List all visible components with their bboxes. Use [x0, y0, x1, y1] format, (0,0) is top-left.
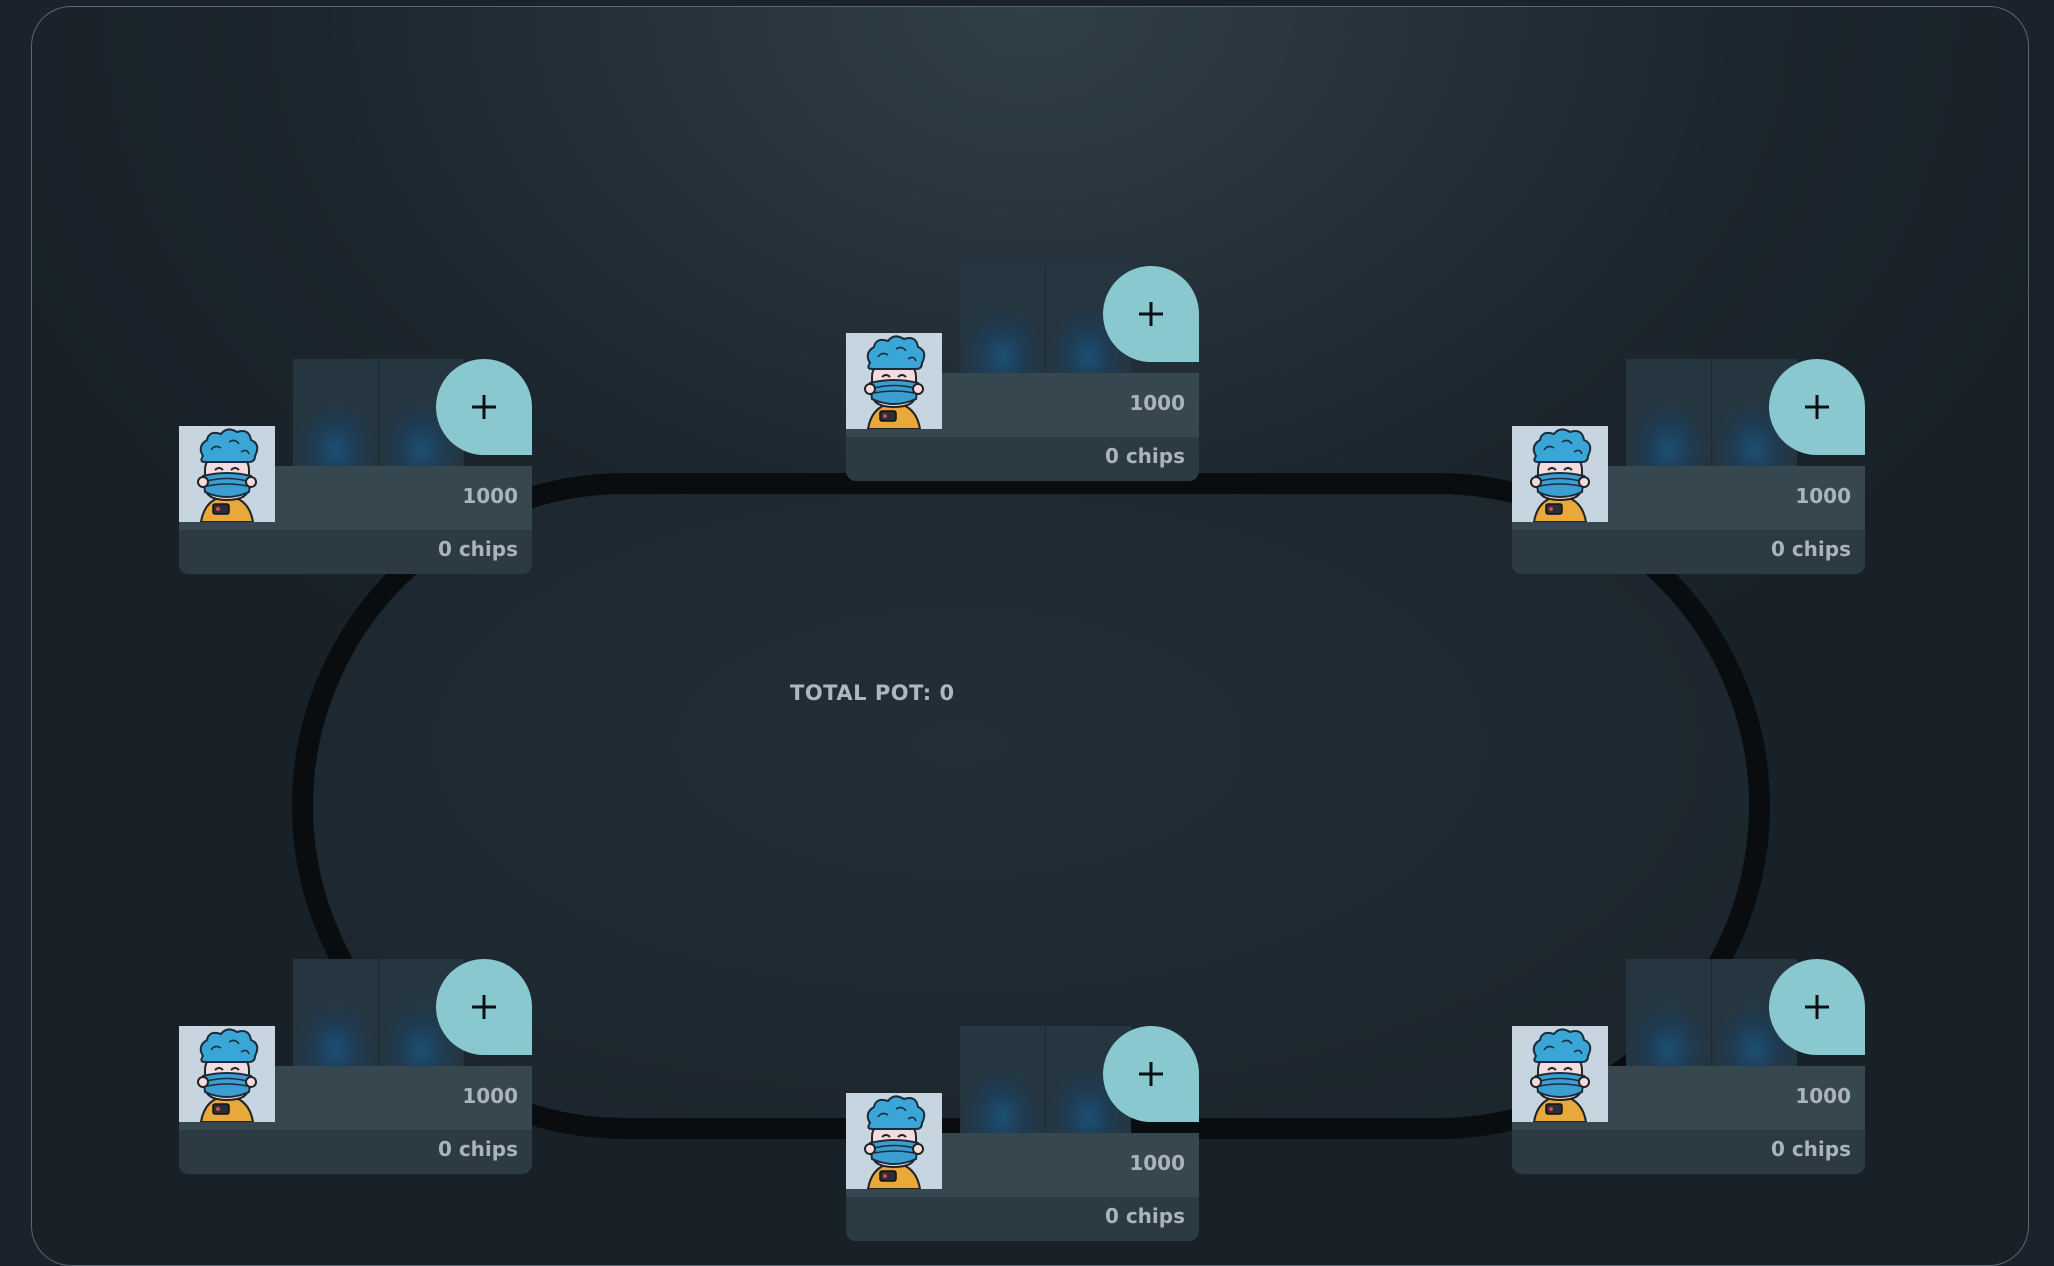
plus-icon — [1805, 395, 1829, 419]
player-avatar[interactable] — [846, 1093, 942, 1189]
plus-icon — [472, 995, 496, 1019]
chips-label: 0 chips — [437, 1137, 518, 1161]
masked-chef-avatar-icon — [179, 1026, 275, 1122]
seat-top-center: 1000 0 chips — [846, 266, 1199, 481]
seat-chips-row: 0 chips — [179, 530, 532, 574]
seat-chips-row: 0 chips — [179, 1130, 532, 1174]
seat-chips-row: 0 chips — [1512, 1130, 1865, 1174]
masked-chef-avatar-icon — [1512, 1026, 1608, 1122]
chips-label: 0 chips — [1104, 444, 1185, 468]
seat-chips-row: 0 chips — [846, 437, 1199, 481]
player-avatar[interactable] — [846, 333, 942, 429]
seat-bottom-center: 1000 0 chips — [846, 1026, 1199, 1241]
stack-amount: 1000 — [462, 484, 518, 508]
plus-icon — [1139, 1062, 1163, 1086]
card-back — [293, 959, 379, 1066]
seat-top-left: 1000 0 chips — [179, 359, 532, 574]
stack-amount: 1000 — [1795, 484, 1851, 508]
masked-chef-avatar-icon — [846, 1093, 942, 1189]
card-back — [1626, 359, 1712, 466]
card-back — [960, 1026, 1046, 1133]
player-avatar[interactable] — [1512, 1026, 1608, 1122]
seat-bottom-right: 1000 0 chips — [1512, 959, 1865, 1174]
seat-chips-row: 0 chips — [1512, 530, 1865, 574]
chips-label: 0 chips — [437, 537, 518, 561]
seat-top-right: 1000 0 chips — [1512, 359, 1865, 574]
chips-label: 0 chips — [1104, 1204, 1185, 1228]
stack-amount: 1000 — [462, 1084, 518, 1108]
card-back — [293, 359, 379, 466]
total-pot: TOTAL POT: 0 — [790, 681, 955, 705]
masked-chef-avatar-icon — [846, 333, 942, 429]
seat-bottom-left: 1000 0 chips — [179, 959, 532, 1174]
plus-icon — [1805, 995, 1829, 1019]
card-back — [960, 266, 1046, 373]
chips-label: 0 chips — [1770, 1137, 1851, 1161]
masked-chef-avatar-icon — [1512, 426, 1608, 522]
stack-amount: 1000 — [1795, 1084, 1851, 1108]
seat-chips-row: 0 chips — [846, 1197, 1199, 1241]
add-player-button[interactable] — [436, 959, 532, 1055]
card-back — [1626, 959, 1712, 1066]
masked-chef-avatar-icon — [179, 426, 275, 522]
plus-icon — [472, 395, 496, 419]
player-avatar[interactable] — [179, 426, 275, 522]
add-player-button[interactable] — [1769, 959, 1865, 1055]
add-player-button[interactable] — [436, 359, 532, 455]
stack-amount: 1000 — [1129, 1151, 1185, 1175]
add-player-button[interactable] — [1103, 266, 1199, 362]
plus-icon — [1139, 302, 1163, 326]
stack-amount: 1000 — [1129, 391, 1185, 415]
player-avatar[interactable] — [179, 1026, 275, 1122]
add-player-button[interactable] — [1103, 1026, 1199, 1122]
add-player-button[interactable] — [1769, 359, 1865, 455]
player-avatar[interactable] — [1512, 426, 1608, 522]
chips-label: 0 chips — [1770, 537, 1851, 561]
